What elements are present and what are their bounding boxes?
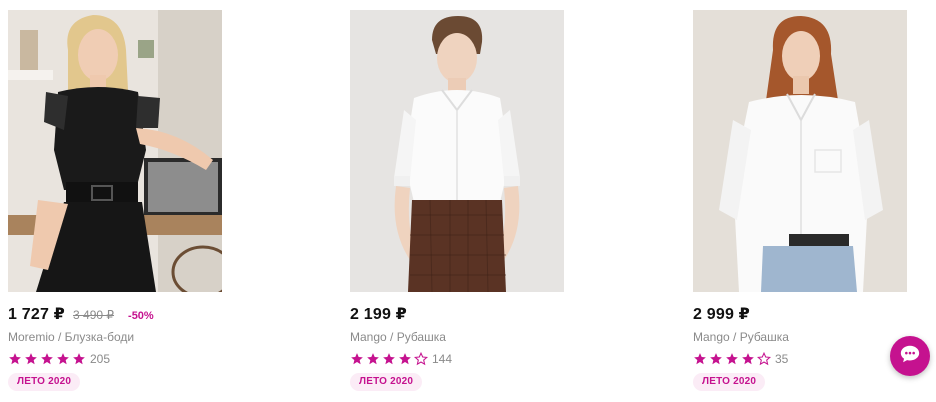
- star-filled-icon: [366, 352, 380, 366]
- product-title[interactable]: Mango / Рубашка: [350, 330, 564, 346]
- product-card[interactable]: 2 999 ₽ Mango / Рубашка 35 ЛЕТО 2020: [693, 10, 907, 391]
- rating: 35: [693, 351, 907, 367]
- discount-label: -50%: [128, 310, 154, 322]
- star-filled-icon: [709, 352, 723, 366]
- price-row: 2 199 ₽: [350, 304, 564, 324]
- review-count: 205: [90, 352, 111, 366]
- star-filled-icon: [72, 352, 86, 366]
- star-empty-icon: [414, 352, 428, 366]
- product-image[interactable]: [350, 10, 564, 292]
- price-row: 1 727 ₽ 3 490 ₽ -50%: [8, 304, 222, 324]
- product-title[interactable]: Mango / Рубашка: [693, 330, 907, 346]
- star-filled-icon: [398, 352, 412, 366]
- rating: 144: [350, 351, 564, 367]
- product-card[interactable]: 2 199 ₽ Mango / Рубашка 144 ЛЕТО 2020: [350, 10, 564, 391]
- star-filled-icon: [725, 352, 739, 366]
- price: 1 727 ₽: [8, 306, 66, 323]
- star-filled-icon: [693, 352, 707, 366]
- star-filled-icon: [741, 352, 755, 366]
- chat-bubble-icon: [899, 343, 921, 370]
- star-filled-icon: [350, 352, 364, 366]
- old-price: 3 490 ₽: [73, 308, 115, 322]
- star-filled-icon: [56, 352, 70, 366]
- product-title[interactable]: Moremio / Блузка-боди: [8, 330, 222, 346]
- collection-badge[interactable]: ЛЕТО 2020: [693, 373, 766, 391]
- product-image[interactable]: [8, 10, 222, 292]
- collection-badge[interactable]: ЛЕТО 2020: [350, 373, 423, 391]
- star-filled-icon: [382, 352, 396, 366]
- price-row: 2 999 ₽: [693, 304, 907, 324]
- review-count: 35: [775, 352, 789, 366]
- product-card[interactable]: 1 727 ₽ 3 490 ₽ -50% Moremio / Блузка-бо…: [8, 10, 222, 391]
- price: 2 999 ₽: [693, 306, 751, 323]
- review-count: 144: [432, 352, 453, 366]
- product-image[interactable]: [693, 10, 907, 292]
- rating: 205: [8, 351, 222, 367]
- collection-badge[interactable]: ЛЕТО 2020: [8, 373, 81, 391]
- star-filled-icon: [24, 352, 38, 366]
- price: 2 199 ₽: [350, 306, 408, 323]
- star-filled-icon: [8, 352, 22, 366]
- star-filled-icon: [40, 352, 54, 366]
- star-empty-icon: [757, 352, 771, 366]
- chat-button[interactable]: [890, 336, 930, 376]
